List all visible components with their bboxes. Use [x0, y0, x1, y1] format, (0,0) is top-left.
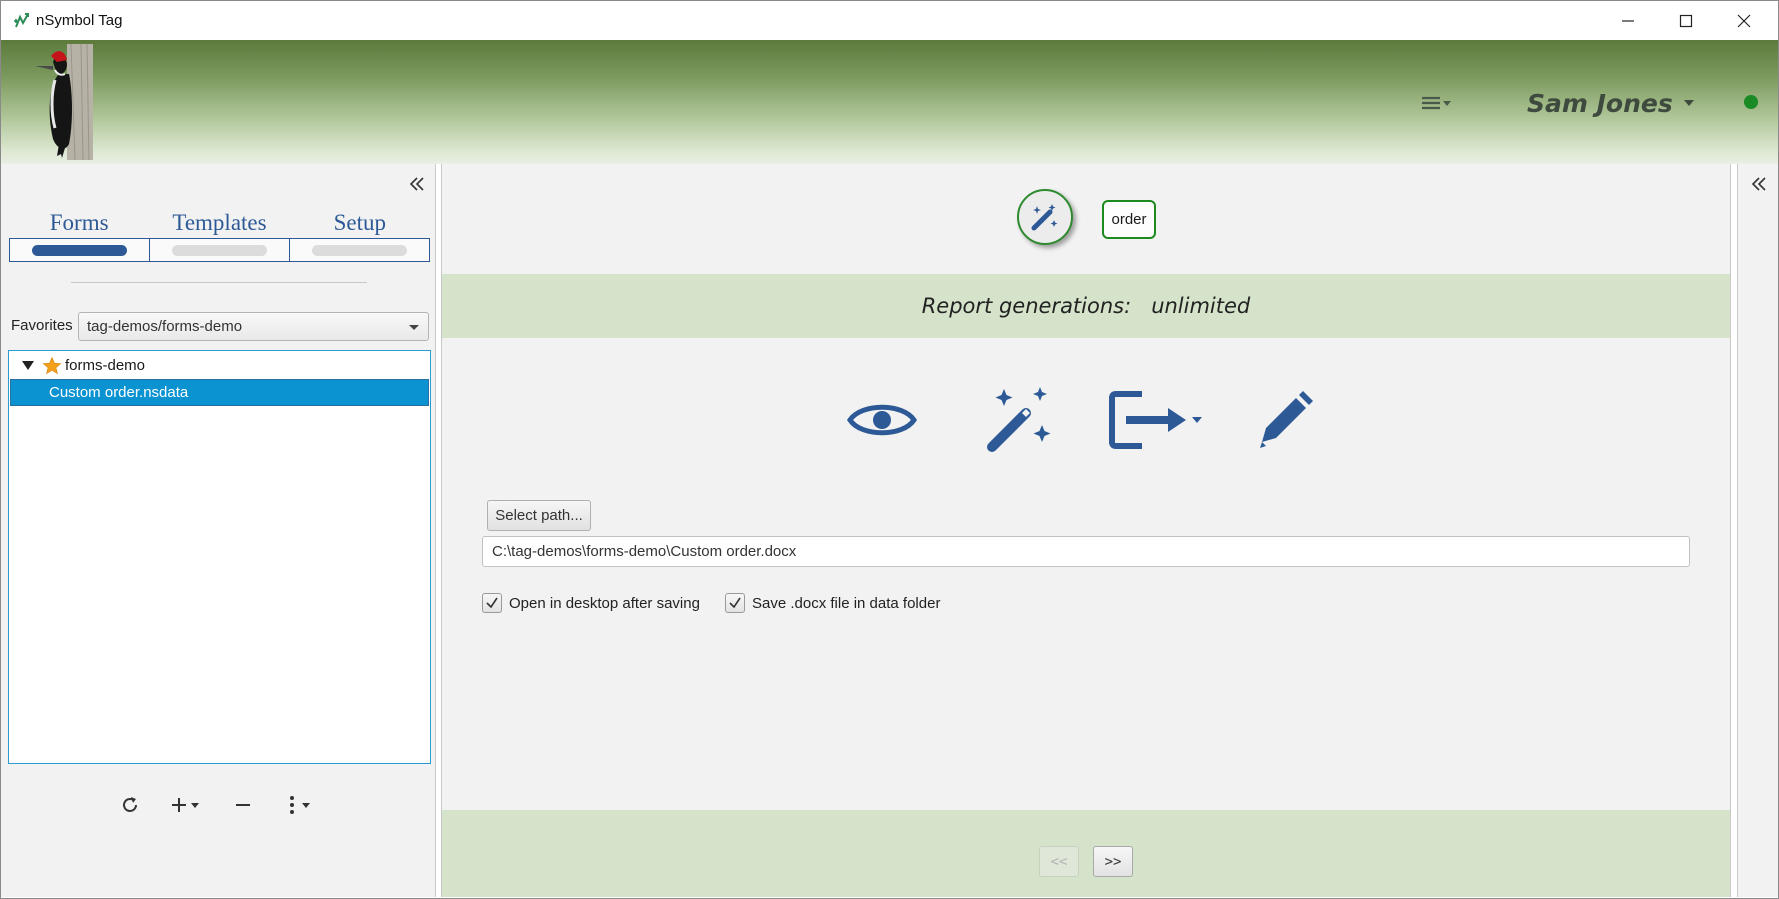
generate-mode-button[interactable] — [1017, 189, 1073, 245]
save-docx-checkbox[interactable] — [725, 593, 745, 613]
user-menu[interactable]: Sam Jones — [1527, 86, 1695, 120]
divider — [71, 282, 367, 283]
tab-templates[interactable]: Templates — [149, 208, 289, 238]
favorites-select[interactable]: tag-demos/forms-demo — [78, 312, 429, 341]
window-title: nSymbol Tag — [36, 12, 123, 29]
chevron-down-icon — [409, 325, 419, 330]
edit-pencil-icon — [1260, 391, 1313, 448]
refresh-icon — [123, 797, 137, 812]
minimize-icon — [1622, 20, 1634, 22]
minimize-button[interactable] — [1599, 1, 1657, 41]
select-path-button[interactable]: Select path... — [487, 500, 591, 531]
sidebar-toolbar — [1, 785, 436, 825]
favorites-label: Favorites — [11, 317, 73, 334]
tree-root-item[interactable]: forms-demo — [9, 352, 430, 379]
left-panel: Forms Templates Setup Favorites tag-demo… — [1, 164, 436, 897]
woodpecker-logo — [35, 44, 93, 160]
checkmark-icon — [486, 597, 498, 609]
save-docx-option[interactable]: Save .docx file in data folder — [725, 593, 940, 613]
magic-wand-icon — [1031, 204, 1058, 231]
right-panel-collapsed — [1737, 164, 1778, 897]
previous-button[interactable]: << — [1039, 846, 1079, 877]
sidebar-tabs: Forms Templates Setup — [9, 208, 430, 262]
report-generations-label: Report generations: — [921, 294, 1132, 318]
file-tree[interactable]: forms-demo Custom order.nsdata — [8, 350, 431, 764]
navigation-band: << >> — [442, 810, 1730, 897]
export-menu-button[interactable] — [1106, 385, 1206, 455]
checkmark-icon — [729, 597, 741, 609]
more-icon — [290, 796, 310, 814]
tab-templates-indicator[interactable] — [150, 239, 290, 261]
maximize-icon — [1679, 14, 1693, 28]
tree-item-selected[interactable]: Custom order.nsdata — [10, 379, 429, 406]
tree-item-label: Custom order.nsdata — [49, 384, 189, 401]
collapse-left-icon[interactable] — [407, 174, 427, 194]
tree-root-label: forms-demo — [65, 357, 146, 374]
more-options-button[interactable] — [286, 793, 320, 817]
remove-button[interactable] — [233, 793, 253, 817]
output-path-field[interactable]: C:\tag-demos\forms-demo\Custom order.doc… — [482, 536, 1690, 567]
order-button[interactable]: order — [1102, 200, 1156, 239]
generate-wand-icon — [987, 387, 1051, 452]
open-in-desktop-label: Open in desktop after saving — [509, 594, 700, 612]
favorite-star-icon — [42, 356, 62, 374]
title-bar: nSymbol Tag — [0, 0, 1779, 40]
preview-icon — [847, 404, 917, 436]
tab-setup-indicator[interactable] — [290, 239, 429, 261]
hamburger-menu-icon — [1422, 96, 1451, 110]
user-name: Sam Jones — [1527, 88, 1673, 118]
main-panel: order Report generations: unlimited Sele… — [441, 164, 1731, 897]
tab-forms-indicator[interactable] — [10, 239, 150, 261]
favorites-value: tag-demos/forms-demo — [87, 318, 243, 335]
save-docx-label: Save .docx file in data folder — [752, 594, 941, 612]
remove-icon — [236, 804, 250, 806]
expand-right-panel-icon[interactable] — [1749, 174, 1769, 194]
add-button[interactable] — [169, 793, 205, 817]
next-button[interactable]: >> — [1093, 846, 1133, 877]
open-in-desktop-checkbox[interactable] — [482, 593, 502, 613]
close-button[interactable] — [1715, 1, 1773, 41]
edit-button[interactable] — [1247, 385, 1321, 455]
close-icon — [1737, 14, 1751, 28]
chevron-down-icon — [1683, 100, 1694, 106]
generate-button[interactable] — [982, 385, 1056, 455]
open-in-desktop-option[interactable]: Open in desktop after saving — [482, 593, 700, 613]
maximize-button[interactable] — [1657, 1, 1715, 41]
tab-forms[interactable]: Forms — [9, 208, 149, 238]
tab-setup[interactable]: Setup — [290, 208, 430, 238]
preview-button[interactable] — [845, 385, 919, 455]
expand-arrow-icon[interactable] — [22, 361, 34, 370]
export-icon — [1109, 391, 1202, 449]
app-icon — [14, 13, 29, 28]
report-generations-value: unlimited — [1151, 294, 1251, 318]
main-menu-button[interactable] — [1419, 92, 1459, 116]
app-header: Sam Jones — [1, 40, 1778, 164]
refresh-button[interactable] — [119, 793, 141, 817]
add-icon — [172, 798, 199, 812]
tab-indicator-strip — [9, 238, 430, 262]
report-generations-band: Report generations: unlimited — [442, 274, 1730, 338]
connection-status-indicator — [1744, 95, 1758, 109]
